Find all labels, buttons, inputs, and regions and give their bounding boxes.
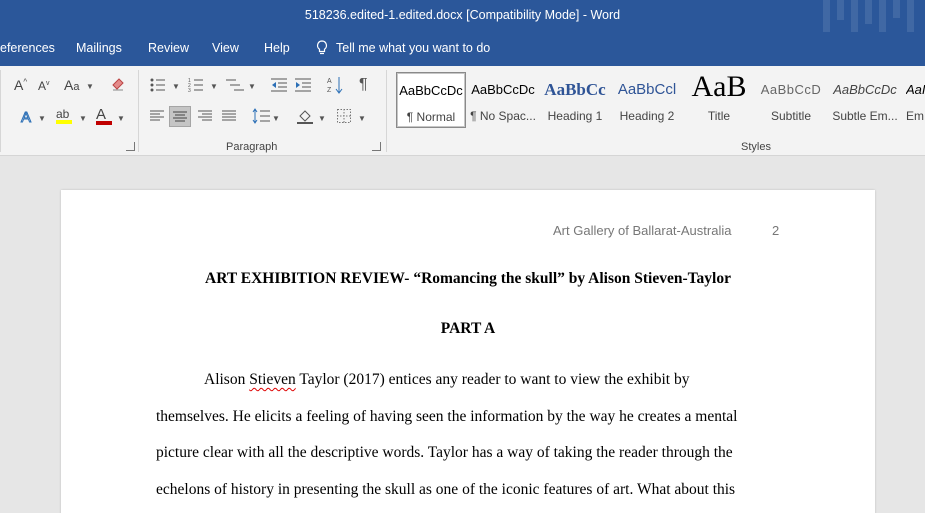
style-preview: AaBbCc <box>544 80 606 99</box>
justify-icon[interactable] <box>222 110 236 122</box>
chevron-down-icon[interactable]: ▼ <box>210 82 218 91</box>
document-title: ART EXHIBITION REVIEW- “Romancing the sk… <box>205 270 731 287</box>
style-normal[interactable]: AaBbCcDc ¶ Normal <box>396 72 466 128</box>
ribbon-tabs: eferences Mailings Review View Help Tell… <box>0 32 925 66</box>
ribbon: A^ Av Aa ▼ A ▼ ab ▼ A ▼ ▼ 123 ▼ ▼ AZ ¶ ▼… <box>0 66 925 156</box>
chevron-down-icon[interactable]: ▼ <box>358 114 366 123</box>
chevron-down-icon[interactable]: ▼ <box>79 114 87 123</box>
paragraph-line: picture clear with all the descriptive w… <box>156 444 733 461</box>
text-effects-icon[interactable]: A <box>18 108 36 127</box>
style-preview: AaI <box>906 82 925 97</box>
style-heading-2[interactable]: AaBbCcl Heading 2 <box>612 72 682 128</box>
sort-icon[interactable]: AZ <box>327 76 343 94</box>
paragraph-line: themselves. He elicits a feeling of havi… <box>156 408 738 425</box>
title-bar: 518236.edited-1.edited.docx [Compatibili… <box>0 0 925 32</box>
show-formatting-button[interactable]: ¶ <box>359 76 368 94</box>
align-center-icon <box>173 111 187 122</box>
paragraph-dialog-launcher[interactable] <box>372 142 381 151</box>
style-name: ¶ Normal <box>406 110 456 124</box>
svg-text:3: 3 <box>188 88 191 92</box>
paragraph-line: Alison Stieven Taylor (2017) entices any… <box>204 371 690 388</box>
shading-icon[interactable] <box>297 108 315 124</box>
tab-review[interactable]: Review <box>148 41 189 55</box>
paragraph-group-label: Paragraph <box>226 141 278 153</box>
grow-font-button[interactable]: A^ <box>14 77 27 93</box>
tab-view[interactable]: View <box>212 41 239 55</box>
style-name: Subtle Em... <box>832 109 898 123</box>
page-number: 2 <box>772 223 780 238</box>
running-header: Art Gallery of Ballarat-Australia <box>553 223 732 238</box>
group-separator <box>138 70 139 152</box>
font-dialog-launcher[interactable] <box>126 142 135 151</box>
style-name: Heading 1 <box>547 109 603 123</box>
bullets-icon[interactable] <box>150 78 166 92</box>
section-heading: PART A <box>440 320 496 337</box>
style-title[interactable]: AaB Title <box>684 72 754 128</box>
borders-icon[interactable] <box>337 109 351 123</box>
chevron-down-icon[interactable]: ▼ <box>86 82 94 91</box>
style-subtitle[interactable]: AaBbCcD Subtitle <box>756 72 826 128</box>
group-separator <box>386 70 387 152</box>
highlight-color-button[interactable]: ab <box>56 107 72 124</box>
style-name: Subtitle <box>770 109 812 123</box>
group-separator <box>0 70 1 152</box>
tab-mailings[interactable]: Mailings <box>76 41 122 55</box>
change-case-button[interactable]: Aa <box>64 77 79 93</box>
clear-formatting-icon[interactable] <box>110 76 126 92</box>
style-preview: AaBbCcD <box>760 82 822 97</box>
tell-me-label: Tell me what you want to do <box>336 41 491 55</box>
chevron-down-icon[interactable]: ▼ <box>38 114 46 123</box>
paragraph-line: echelons of history in presenting the sk… <box>156 481 736 498</box>
chevron-down-icon[interactable]: ▼ <box>318 114 326 123</box>
style-preview: AaB <box>691 72 747 103</box>
multilevel-list-icon[interactable] <box>226 78 244 92</box>
font-color-button[interactable]: A <box>96 106 112 125</box>
style-subtle-emphasis[interactable]: AaBbCcDc Subtle Em... <box>828 72 902 128</box>
styles-gallery: AaBbCcDc ¶ Normal AaBbCcDc ¶ No Spac... … <box>396 72 925 130</box>
svg-text:Z: Z <box>327 87 332 94</box>
style-name: Heading 2 <box>619 109 675 123</box>
line-spacing-icon[interactable] <box>252 108 270 124</box>
chevron-down-icon[interactable]: ▼ <box>172 82 180 91</box>
increase-indent-icon[interactable] <box>295 78 311 92</box>
chevron-down-icon[interactable]: ▼ <box>272 114 280 123</box>
lightbulb-icon <box>316 40 328 55</box>
tab-references[interactable]: eferences <box>0 41 55 55</box>
chevron-down-icon[interactable]: ▼ <box>248 82 256 91</box>
svg-text:A: A <box>21 109 31 126</box>
style-name: Title <box>707 109 731 123</box>
decrease-indent-icon[interactable] <box>271 78 287 92</box>
style-preview: AaBbCcDc <box>399 83 463 98</box>
title-bar-decoration <box>815 0 925 32</box>
styles-group-label: Styles <box>741 141 771 153</box>
style-name: Em <box>906 109 924 123</box>
style-name: ¶ No Spac... <box>470 109 536 123</box>
tell-me-search[interactable]: Tell me what you want to do <box>316 40 490 56</box>
align-right-icon[interactable] <box>198 110 212 122</box>
style-heading-1[interactable]: AaBbCc Heading 1 <box>540 72 610 128</box>
chevron-down-icon[interactable]: ▼ <box>117 114 125 123</box>
numbering-icon[interactable]: 123 <box>188 78 204 92</box>
spelling-error[interactable]: Stieven <box>249 371 296 388</box>
align-center-button[interactable] <box>169 106 191 127</box>
tab-help[interactable]: Help <box>264 41 290 55</box>
style-preview: AaBbCcDc <box>471 82 535 97</box>
style-preview: AaBbCcDc <box>833 82 897 97</box>
document-page[interactable]: Art Gallery of Ballarat-Australia 2 ART … <box>61 190 875 513</box>
style-no-spacing[interactable]: AaBbCcDc ¶ No Spac... <box>468 72 538 128</box>
shrink-font-button[interactable]: Av <box>38 79 50 93</box>
align-left-icon[interactable] <box>150 110 164 122</box>
style-preview: AaBbCcl <box>617 81 677 98</box>
window-title: 518236.edited-1.edited.docx [Compatibili… <box>304 8 621 22</box>
svg-text:A: A <box>327 78 332 85</box>
style-emphasis[interactable]: AaI Em <box>904 72 925 128</box>
